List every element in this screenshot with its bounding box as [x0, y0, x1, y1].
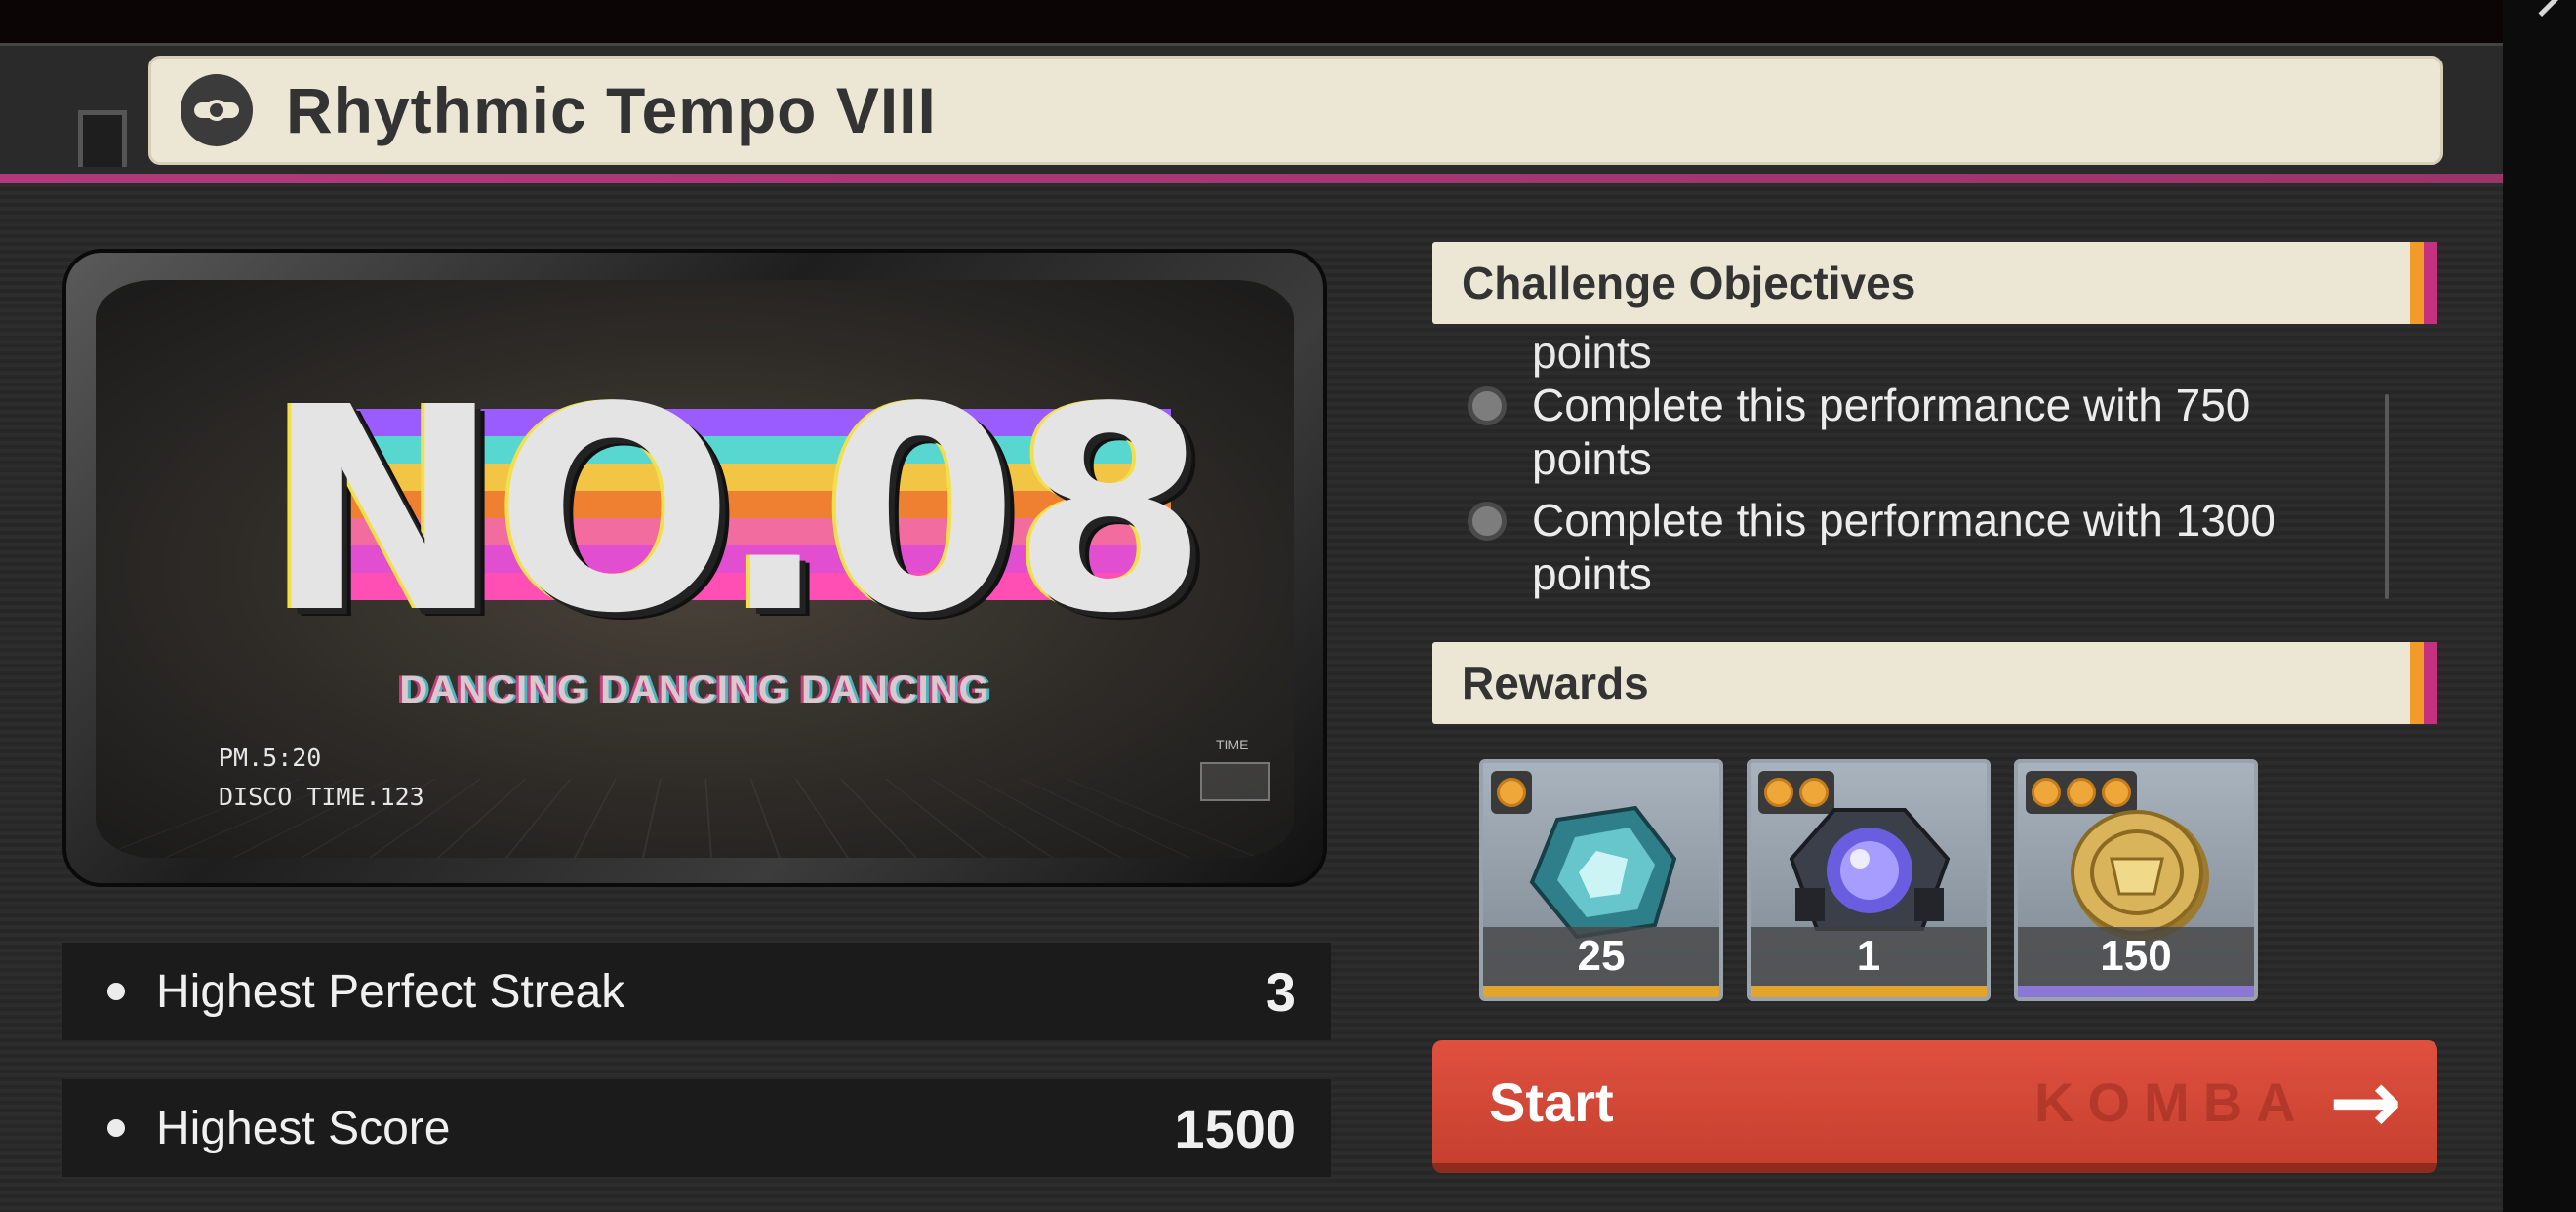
reward-count: 1	[1751, 927, 1987, 986]
stat-label: Highest Score	[156, 1102, 451, 1154]
clock-text: PM.5:20	[219, 744, 322, 772]
arrow-right-icon: →	[2328, 1050, 2402, 1153]
time-box	[1200, 762, 1270, 801]
rarity-bar	[1483, 986, 1719, 997]
time-label: TIME	[1216, 737, 1249, 752]
objective-text: Complete this performance with 750 point…	[1532, 380, 2251, 484]
objective-partial-text: points	[1532, 327, 1652, 378]
stage-preview: NO.08 DANCING DANCING DANCING PM.5:20 DI…	[62, 249, 1327, 887]
objective-item: Complete this performance with 1300 poin…	[1468, 494, 2346, 601]
objective-item: Complete this performance with 750 point…	[1468, 379, 2346, 486]
right-edge	[2503, 0, 2576, 1212]
objectives-title: Challenge Objectives	[1462, 258, 1916, 308]
stripe-magenta	[2424, 642, 2437, 724]
objectives-header: Challenge Objectives	[1432, 242, 2437, 324]
start-ghost-text: KOMBA	[2034, 1071, 2310, 1133]
objective-text: Complete this performance with 1300 poin…	[1532, 495, 2275, 599]
bullet-icon	[107, 983, 125, 1000]
reward-count: 150	[2018, 927, 2254, 986]
start-button[interactable]: Start KOMBA →	[1432, 1040, 2437, 1173]
reward-item-gold-coin[interactable]: 150	[2014, 759, 2258, 1001]
stat-label: Highest Perfect Streak	[156, 965, 625, 1018]
stat-value: 3	[1265, 960, 1296, 1023]
rarity-bar	[2018, 986, 2254, 997]
reward-item-crystal[interactable]: 25	[1479, 759, 1723, 1001]
rewards-title: Rewards	[1462, 658, 1649, 708]
title-box: Rhythmic Tempo VIII	[148, 56, 2443, 165]
objectives-list[interactable]: points Complete this performance with 75…	[1432, 326, 2398, 609]
rewards-header: Rewards	[1432, 642, 2437, 724]
stat-highest-perfect-streak: Highest Perfect Streak 3	[62, 943, 1331, 1040]
gold-coin-icon	[2071, 810, 2209, 941]
orb-device-icon	[1789, 808, 1951, 931]
stripe-magenta	[2424, 242, 2437, 324]
rewards-list: 25 1 150	[1479, 759, 2258, 1001]
song-title: DANCING DANCING DANCING	[399, 668, 990, 711]
reward-item-orb-device[interactable]: 1	[1747, 759, 1991, 1001]
disco-time-text: DISCO TIME.123	[219, 783, 424, 811]
objectives-scrollbar[interactable]	[2385, 394, 2389, 599]
tv-screen: NO.08 DANCING DANCING DANCING PM.5:20 DI…	[96, 280, 1294, 858]
objective-status-icon	[1468, 386, 1507, 425]
stat-highest-score: Highest Score 1500	[62, 1079, 1331, 1177]
reward-count: 25	[1483, 927, 1719, 986]
bullet-icon	[107, 1119, 125, 1137]
stripe-orange	[2410, 642, 2424, 724]
page-title: Rhythmic Tempo VIII	[286, 74, 937, 146]
start-label: Start	[1489, 1071, 1614, 1133]
header-notch	[78, 110, 127, 167]
clock-readout: PM.5:20 DISCO TIME.123	[219, 739, 424, 817]
crystal-icon	[1529, 805, 1677, 940]
top-strip	[0, 0, 2576, 49]
objective-status-icon	[1468, 502, 1507, 541]
stat-value: 1500	[1174, 1097, 1296, 1159]
header-bar: Rhythmic Tempo VIII	[0, 43, 2503, 174]
stripe-orange	[2410, 242, 2424, 324]
rarity-bar	[1751, 986, 1987, 997]
disc-icon	[181, 74, 253, 146]
accent-line	[0, 174, 2503, 183]
stage-number: NO.08	[265, 347, 1208, 674]
